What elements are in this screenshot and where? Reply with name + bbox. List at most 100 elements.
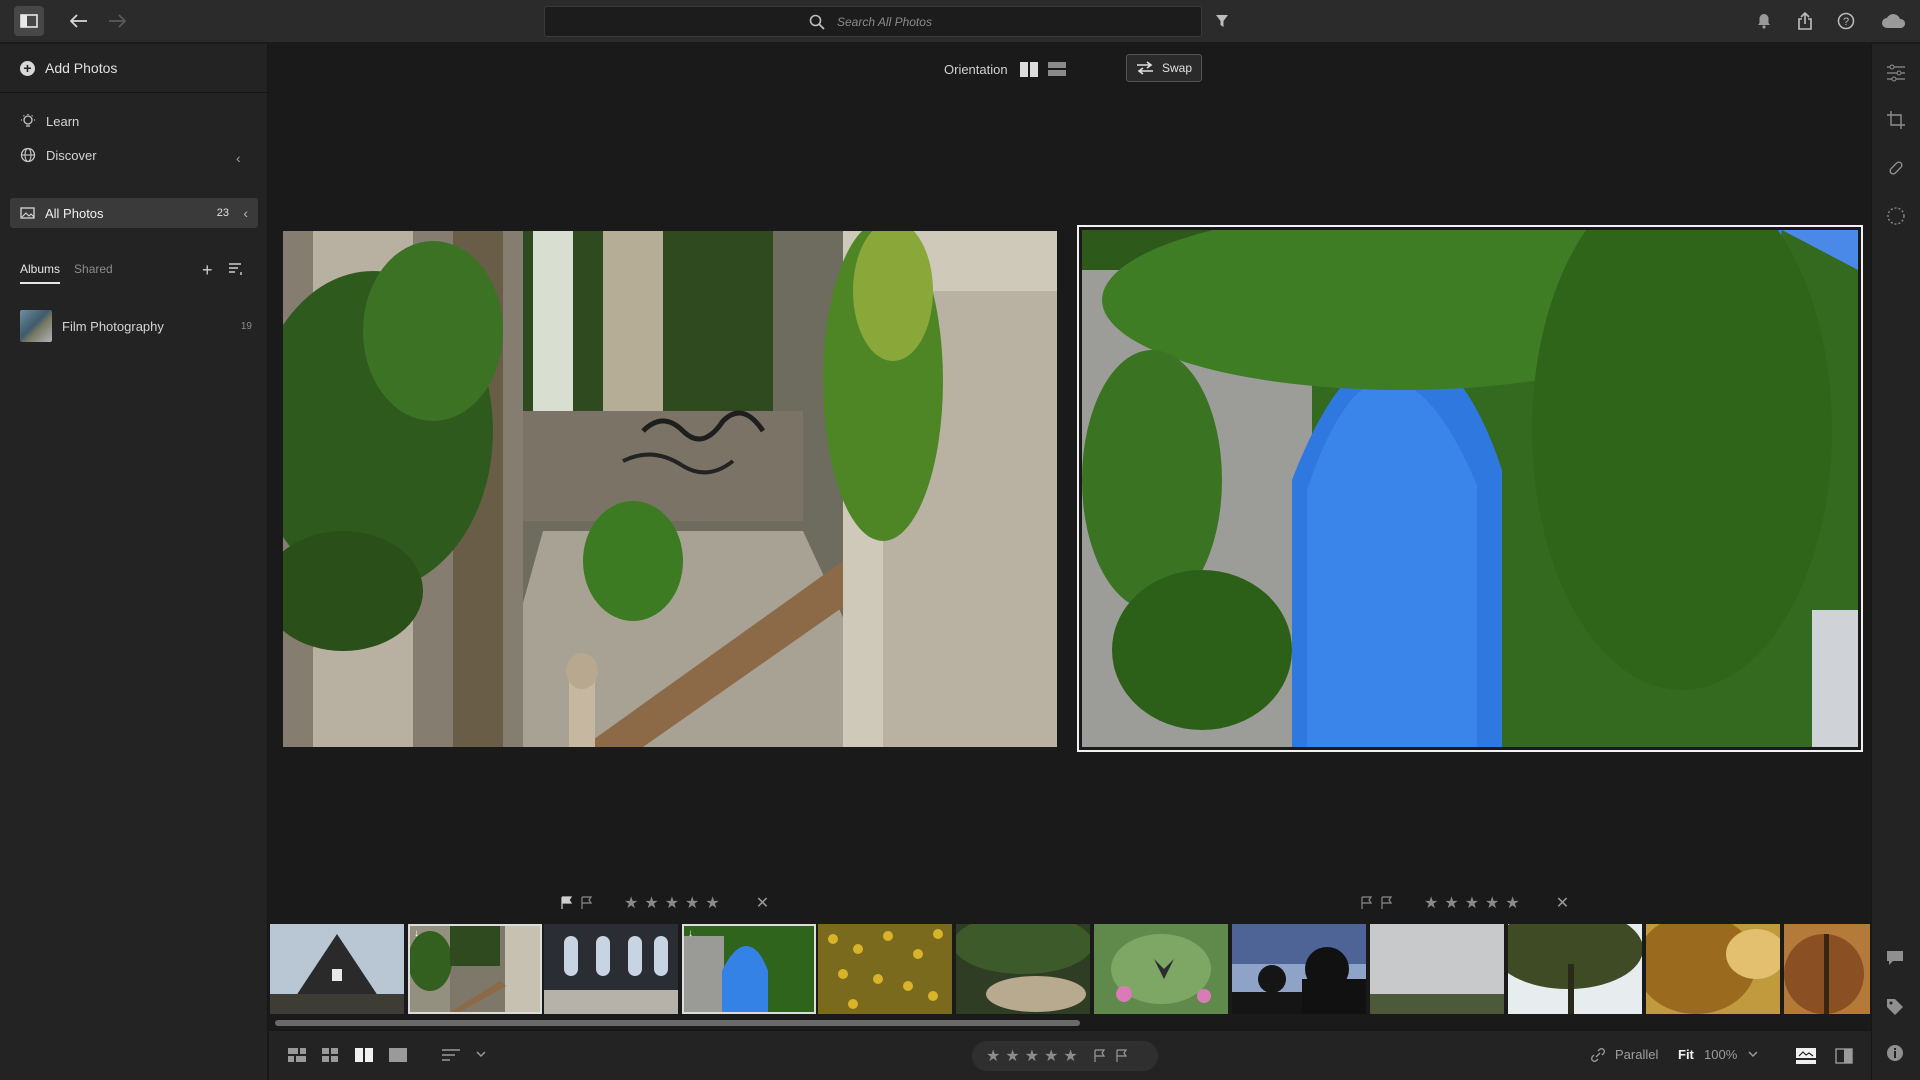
filmstrip-thumbnail[interactable] (1784, 924, 1870, 1014)
compare-toolbar: Orientation (944, 54, 1076, 84)
orientation-label: Orientation (944, 61, 1008, 77)
side-by-side-icon[interactable] (1019, 61, 1038, 77)
filmstrip-thumbnail[interactable] (1508, 924, 1642, 1014)
parallel-label: Parallel (1615, 1047, 1659, 1062)
star-rating[interactable]: ★★★★★ (986, 1046, 1083, 1066)
zoom-fit-button[interactable]: Fit (1678, 1047, 1694, 1062)
chevron-down-icon[interactable] (476, 1051, 486, 1058)
swap-label: Swap (1161, 61, 1193, 75)
pick-flag-icon[interactable] (1093, 1049, 1107, 1063)
sidebar-item-label: All Photos (45, 205, 104, 221)
album-label: Film Photography (62, 318, 164, 334)
filmstrip-toggle-icon[interactable] (1796, 1048, 1816, 1064)
album-count: 19 (240, 320, 252, 332)
pick-flag-icon[interactable] (560, 896, 574, 910)
rating-filter[interactable]: ★★★★★ (972, 1041, 1158, 1071)
before-after-icon[interactable] (1835, 1048, 1853, 1064)
chevron-down-icon[interactable] (1748, 1051, 1758, 1058)
grid-view-icon[interactable] (288, 1048, 306, 1062)
back-arrow-icon[interactable] (64, 6, 94, 36)
photo-count: 23 (216, 207, 229, 219)
filmstrip-thumbnail[interactable] (1232, 924, 1366, 1014)
lightbulb-icon (21, 114, 35, 127)
reject-flag-icon[interactable] (1115, 1049, 1129, 1063)
reference-rating-row: ★★★★★ ✕ (560, 893, 769, 913)
reject-flag-icon[interactable] (580, 896, 594, 910)
candidate-photo[interactable] (1082, 230, 1858, 747)
chevron-left-icon[interactable]: ‹ (243, 205, 248, 221)
star-rating[interactable]: ★★★★★ (624, 893, 726, 913)
filmstrip-thumbnail[interactable] (818, 924, 952, 1014)
share-icon[interactable] (1790, 6, 1820, 36)
search-input[interactable] (837, 7, 1177, 36)
cloud-sync-icon[interactable] (1876, 6, 1912, 36)
add-photos-button[interactable]: + Add Photos (0, 44, 268, 93)
candidate-rating-row: ★★★★★ ✕ (1360, 893, 1569, 913)
svg-text:?: ? (1843, 16, 1849, 28)
bottom-toolbar: ★★★★★ Parallel Fit 100% (269, 1030, 1871, 1080)
sidebar-toggle-icon[interactable] (14, 6, 44, 36)
sort-icon[interactable] (228, 262, 244, 276)
edit-sliders-icon[interactable] (1886, 64, 1906, 82)
search-icon (809, 14, 825, 30)
albums-tabs: Albums Shared (20, 262, 113, 284)
link-icon (1591, 1047, 1605, 1062)
tab-albums[interactable]: Albums (20, 262, 61, 284)
filter-icon[interactable] (1207, 6, 1237, 36)
album-thumbnail (20, 310, 52, 342)
crop-icon[interactable] (1886, 110, 1906, 130)
left-panel: + Add Photos Learn Discover ‹ All Photos… (0, 44, 268, 1080)
reference-photo[interactable] (283, 231, 1057, 747)
filmstrip-thumbnail[interactable] (956, 924, 1090, 1014)
stacked-icon[interactable] (1047, 61, 1066, 77)
sidebar-item-learn[interactable]: Learn (20, 111, 79, 131)
download-icon: ↓ (414, 928, 419, 939)
pick-flag-icon[interactable] (1360, 896, 1374, 910)
collapse-chevron-icon[interactable]: ‹ (236, 150, 241, 166)
globe-icon (20, 147, 36, 163)
clear-rating-icon[interactable]: ✕ (1556, 893, 1569, 913)
filmstrip-scrollbar[interactable] (275, 1020, 1080, 1026)
filmstrip-thumbnail[interactable] (1646, 924, 1780, 1014)
add-circle-icon: + (20, 60, 35, 76)
notifications-bell-icon[interactable] (1749, 6, 1779, 36)
filmstrip-thumbnail-reference[interactable]: ↓ (408, 924, 542, 1014)
zoom-percent-button[interactable]: 100% (1704, 1047, 1737, 1062)
clear-rating-icon[interactable]: ✕ (756, 893, 769, 913)
healing-brush-icon[interactable] (1886, 158, 1906, 178)
help-icon[interactable]: ? (1831, 6, 1861, 36)
filmstrip-thumbnail[interactable] (270, 924, 404, 1014)
swap-arrows-icon (1136, 61, 1153, 75)
sidebar-item-discover[interactable]: Discover (20, 145, 97, 165)
top-bar: ? (0, 0, 1920, 43)
filmstrip-thumbnail[interactable] (1370, 924, 1504, 1014)
add-album-icon[interactable]: + (202, 260, 213, 281)
keywords-tag-icon[interactable] (1886, 998, 1904, 1016)
square-grid-icon[interactable] (322, 1048, 338, 1062)
sort-lines-icon[interactable] (442, 1048, 460, 1062)
star-rating[interactable]: ★★★★★ (1424, 893, 1526, 913)
compare-view-icon[interactable] (355, 1048, 373, 1062)
filmstrip-thumbnail[interactable] (544, 924, 678, 1014)
sidebar-item-label: Learn (46, 113, 80, 129)
masking-icon[interactable] (1886, 206, 1906, 226)
info-icon[interactable] (1886, 1044, 1904, 1062)
add-photos-label: Add Photos (45, 60, 118, 76)
forward-arrow-icon[interactable] (102, 6, 132, 36)
swap-button[interactable]: Swap (1126, 54, 1202, 82)
tab-shared[interactable]: Shared (74, 262, 113, 284)
search-field[interactable] (544, 6, 1202, 37)
reject-flag-icon[interactable] (1380, 896, 1394, 910)
filmstrip-thumbnail[interactable] (1094, 924, 1228, 1014)
parallel-toggle[interactable]: Parallel (1591, 1047, 1658, 1062)
download-icon: ↓ (688, 928, 693, 939)
photos-icon (20, 206, 35, 219)
sidebar-item-all-photos[interactable]: All Photos 23 ‹ (10, 198, 258, 228)
comments-icon[interactable] (1886, 950, 1904, 966)
filmstrip: ↓ ↓ (270, 924, 1870, 1014)
album-item[interactable]: Film Photography 19 (20, 310, 252, 342)
filmstrip-thumbnail-candidate[interactable]: ↓ (682, 924, 816, 1014)
sidebar-item-label: Discover (46, 147, 97, 163)
right-tool-strip (1871, 44, 1920, 1080)
detail-view-icon[interactable] (389, 1048, 407, 1062)
